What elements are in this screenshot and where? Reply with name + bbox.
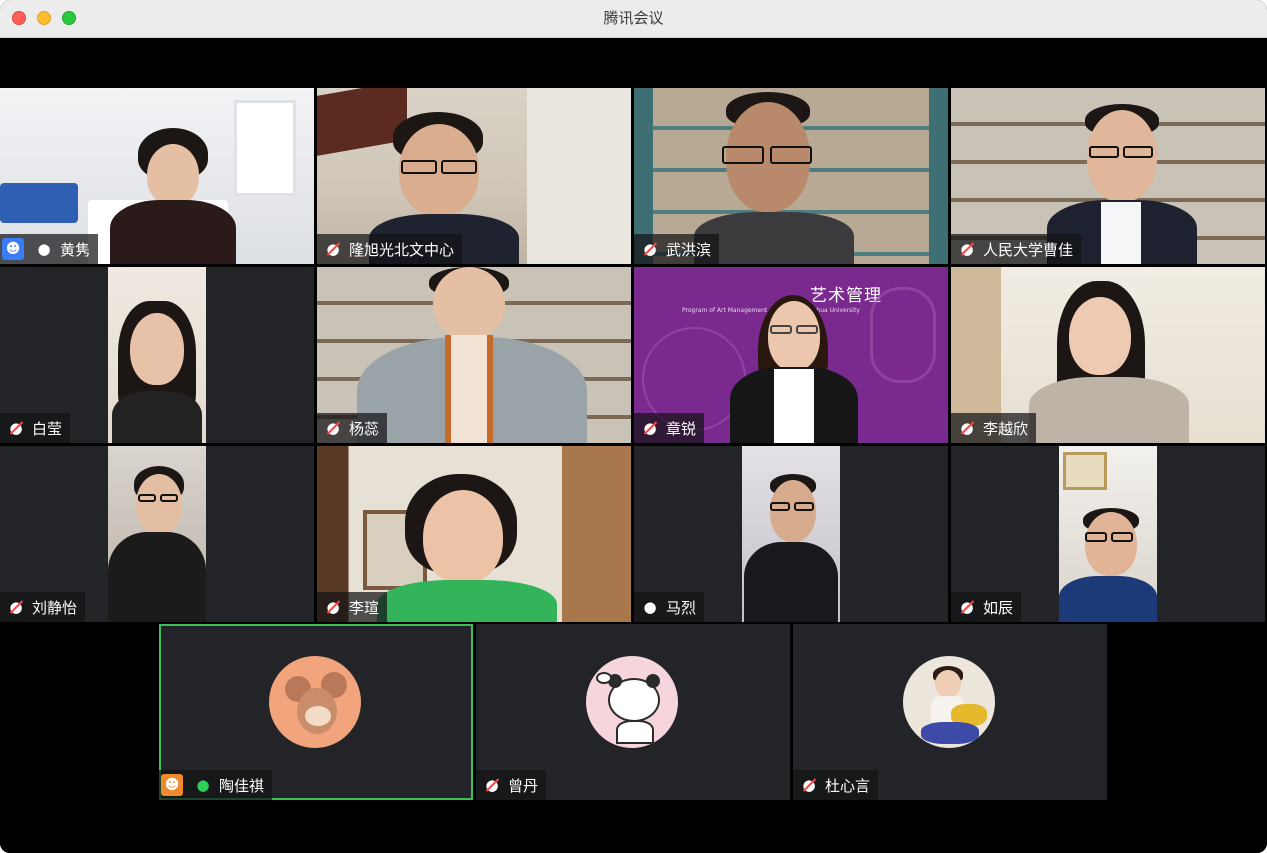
host-badge-icon: ☻ xyxy=(161,774,183,796)
muted-microphone-icon: ● xyxy=(6,596,26,618)
participant-tile-3[interactable]: ● 武洪滨 xyxy=(634,88,948,264)
participant-name: 黄隽 xyxy=(60,240,91,259)
participant-name-tag: ☻ ● 黄隽 xyxy=(0,234,99,264)
muted-microphone-icon: ● xyxy=(323,238,343,260)
title-bar: 腾讯会议 xyxy=(0,0,1267,38)
window-title: 腾讯会议 xyxy=(603,9,664,27)
participant-name-tag: ● 人民大学曹佳 xyxy=(951,234,1082,264)
participant-name: 马烈 xyxy=(666,598,697,617)
muted-microphone-icon: ● xyxy=(323,596,343,618)
muted-microphone-icon: ● xyxy=(799,774,819,796)
participant-name: 隆旭光北文中心 xyxy=(349,240,455,259)
participant-name: 杨蕊 xyxy=(349,419,380,438)
participant-name-tag: ● 李瑄 xyxy=(317,592,388,622)
muted-microphone-icon: ● xyxy=(323,417,343,439)
participant-name: 人民大学曹佳 xyxy=(983,240,1074,259)
virtual-background-title: 艺术管理 xyxy=(810,286,882,306)
panda-avatar xyxy=(586,656,678,748)
participant-tile-2[interactable]: ● 隆旭光北文中心 xyxy=(317,88,631,264)
participant-tile-6[interactable]: ● 杨蕊 xyxy=(317,267,631,443)
muted-microphone-icon: ● xyxy=(957,238,977,260)
participant-name-tag: ☻ ● 陶佳祺 xyxy=(159,770,273,800)
participant-name: 李越欣 xyxy=(983,419,1029,438)
participant-name: 白莹 xyxy=(32,419,63,438)
participant-name-tag: ● 李越欣 xyxy=(951,413,1037,443)
microphone-icon: ● xyxy=(37,240,51,258)
participant-name-tag: ● 曾丹 xyxy=(476,770,547,800)
participant-name-tag: ● 杨蕊 xyxy=(317,413,388,443)
participant-name-tag: ● 章锐 xyxy=(634,413,705,443)
speaking-microphone-icon: ● xyxy=(196,776,210,794)
muted-microphone-icon: ● xyxy=(957,596,977,618)
participant-tile-14[interactable]: ● 曾丹 xyxy=(476,624,790,800)
microphone-icon: ● xyxy=(643,598,657,616)
participant-name-tag: ● 武洪滨 xyxy=(634,234,720,264)
child-avatar xyxy=(903,656,995,748)
participant-name-tag: ● 隆旭光北文中心 xyxy=(317,234,463,264)
participant-tile-4[interactable]: ● 人民大学曹佳 xyxy=(951,88,1265,264)
participant-tile-7[interactable]: 艺术管理 Program of Art Management ... Desig… xyxy=(634,267,948,443)
participant-name-tag: ● 如辰 xyxy=(951,592,1022,622)
participant-name: 陶佳祺 xyxy=(219,776,265,795)
participant-name: 刘静怡 xyxy=(32,598,78,617)
participant-name: 武洪滨 xyxy=(666,240,712,259)
participant-name: 李瑄 xyxy=(349,598,380,617)
muted-microphone-icon: ● xyxy=(482,774,502,796)
participant-tile-8[interactable]: ● 李越欣 xyxy=(951,267,1265,443)
participant-name: 杜心言 xyxy=(825,776,871,795)
participant-name: 章锐 xyxy=(666,419,697,438)
participant-video xyxy=(108,446,206,622)
mouse-avatar xyxy=(269,656,361,748)
participant-tile-12[interactable]: ● 如辰 xyxy=(951,446,1265,622)
participant-tile-5[interactable]: ● 白莹 xyxy=(0,267,314,443)
participant-video xyxy=(1059,446,1157,622)
participant-name-tag: ● 杜心言 xyxy=(793,770,879,800)
participant-name: 如辰 xyxy=(983,598,1014,617)
participant-tile-9[interactable]: ● 刘静怡 xyxy=(0,446,314,622)
participant-tile-15[interactable]: ● 杜心言 xyxy=(793,624,1107,800)
participant-name-tag: ● 马烈 xyxy=(634,592,705,622)
muted-microphone-icon: ● xyxy=(640,417,660,439)
participant-tile-13-active-speaker[interactable]: ☻ ● 陶佳祺 xyxy=(159,624,473,800)
muted-microphone-icon: ● xyxy=(640,238,660,260)
video-grid: ☻ ● 黄隽 ● 隆旭光北文中心 ● 武洪滨 ● 人民大学曹佳 ● 白莹 ● 杨… xyxy=(0,38,1267,853)
participant-name-tag: ● 刘静怡 xyxy=(0,592,86,622)
participant-name-tag: ● 白莹 xyxy=(0,413,71,443)
participant-video xyxy=(108,267,206,443)
participant-video xyxy=(742,446,840,622)
participant-name: 曾丹 xyxy=(508,776,539,795)
muted-microphone-icon: ● xyxy=(957,417,977,439)
host-badge-icon: ☻ xyxy=(2,238,24,260)
meeting-window: 腾讯会议 ☻ ● 黄隽 ● 隆旭光北文中心 ● 武洪滨 ● 人民大学曹佳 ● 白… xyxy=(0,0,1267,853)
muted-microphone-icon: ● xyxy=(6,417,26,439)
participant-tile-1[interactable]: ☻ ● 黄隽 xyxy=(0,88,314,264)
participant-tile-11[interactable]: ● 马烈 xyxy=(634,446,948,622)
participant-tile-10[interactable]: ● 李瑄 xyxy=(317,446,631,622)
